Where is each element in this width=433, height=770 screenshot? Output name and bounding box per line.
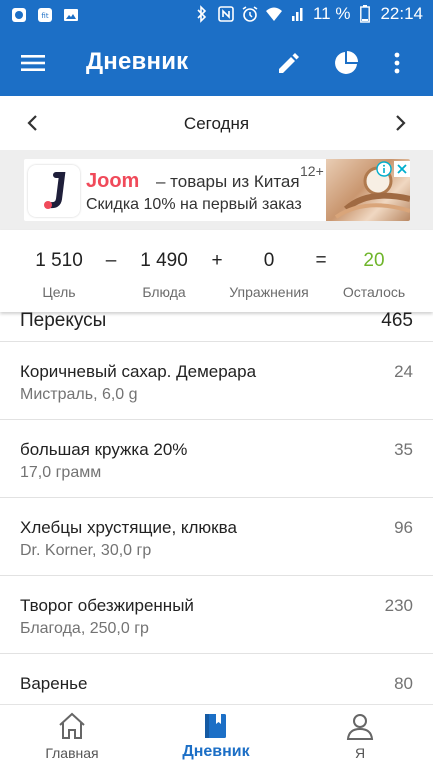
more-options-button[interactable] bbox=[384, 50, 410, 76]
food-value: 1 490 bbox=[140, 250, 188, 271]
food-detail: 17,0 грамм bbox=[20, 464, 102, 481]
remaining-value: 20 bbox=[363, 250, 385, 271]
equals-operator: = bbox=[315, 250, 327, 271]
food-label: Блюда bbox=[142, 284, 186, 300]
battery-icon bbox=[356, 5, 374, 23]
bottom-navigation: Главная Дневник Я bbox=[0, 704, 433, 770]
food-calories: 35 bbox=[394, 440, 413, 459]
food-entry-row[interactable]: Хлебцы хрустящие, клюква Dr. Korner, 30,… bbox=[0, 498, 433, 576]
alarm-icon bbox=[241, 5, 259, 23]
ad-tagline: – товары из Китая bbox=[156, 172, 300, 191]
clock-time: 22:14 bbox=[380, 4, 423, 23]
goal-value: 1 510 bbox=[35, 250, 83, 271]
date-navigation: Сегодня bbox=[0, 96, 433, 150]
status-bar: fit 11 % 22:14 bbox=[0, 0, 433, 30]
joom-logo-icon bbox=[28, 165, 80, 217]
notification-icon bbox=[10, 6, 28, 24]
pencil-icon bbox=[279, 53, 299, 73]
chevron-right-icon bbox=[396, 115, 406, 131]
ad-brand: Joom bbox=[86, 170, 140, 192]
ad-info-icon[interactable] bbox=[376, 161, 392, 177]
food-calories: 80 bbox=[394, 674, 413, 693]
tab-home[interactable]: Главная bbox=[0, 705, 144, 770]
battery-percent: 11 % bbox=[312, 4, 351, 23]
home-icon bbox=[59, 712, 85, 739]
food-name: Коричневый сахар. Демерара bbox=[20, 362, 257, 381]
food-name: Хлебцы хрустящие, клюква bbox=[20, 518, 237, 537]
meal-section-title: Перекусы bbox=[20, 312, 107, 331]
food-entry-row[interactable]: Творог обезжиренный Благода, 250,0 гр 23… bbox=[0, 576, 433, 654]
svg-text:fit: fit bbox=[41, 12, 48, 20]
current-date-label[interactable]: Сегодня bbox=[0, 114, 433, 134]
calorie-summary: 1 510 – 1 490 + 0 = 20 Цель Блюда Упражн… bbox=[0, 230, 433, 312]
edit-button[interactable] bbox=[276, 50, 302, 76]
page-title: Дневник bbox=[86, 48, 189, 75]
nfc-icon bbox=[217, 5, 235, 23]
goal-label: Цель bbox=[42, 284, 76, 300]
ad-subtext: Скидка 10% на первый заказ bbox=[86, 196, 302, 213]
app-notification-icon: fit bbox=[36, 6, 54, 24]
ad-banner[interactable]: Joom – товары из Китая Скидка 10% на пер… bbox=[24, 159, 410, 221]
remaining-label: Осталось bbox=[342, 284, 406, 300]
meal-section-header[interactable]: Перекусы 465 bbox=[0, 312, 433, 342]
minus-operator: – bbox=[105, 250, 117, 271]
tab-me[interactable]: Я bbox=[288, 705, 432, 770]
food-detail: Благода, 250,0 гр bbox=[20, 620, 149, 637]
food-detail: Мистраль, 6,0 g bbox=[20, 386, 138, 403]
book-icon bbox=[205, 714, 226, 738]
food-name: Варенье bbox=[20, 674, 88, 693]
exercise-value: 0 bbox=[263, 250, 275, 271]
ad-container: Joom – товары из Китая Скидка 10% на пер… bbox=[0, 150, 433, 230]
tab-me-label: Я bbox=[354, 745, 366, 761]
food-list[interactable]: Перекусы 465 Коричневый сахар. Демерара … bbox=[0, 312, 433, 704]
wifi-icon bbox=[265, 5, 283, 23]
hamburger-menu-icon bbox=[21, 55, 45, 71]
food-entry-row[interactable]: большая кружка 20% 17,0 грамм 35 bbox=[0, 420, 433, 498]
meal-section-total: 465 bbox=[381, 312, 413, 331]
exercise-label: Упражнения bbox=[229, 284, 309, 300]
person-icon bbox=[346, 714, 374, 740]
signal-icon bbox=[289, 5, 307, 23]
food-calories: 230 bbox=[384, 596, 413, 615]
menu-button[interactable] bbox=[20, 50, 46, 76]
food-entry-row[interactable]: Варенье 80 bbox=[0, 654, 433, 704]
food-entry-row[interactable]: Коричневый сахар. Демерара Мистраль, 6,0… bbox=[0, 342, 433, 420]
more-vertical-icon bbox=[394, 52, 400, 74]
food-detail: Dr. Korner, 30,0 гр bbox=[20, 542, 152, 559]
app-bar: Дневник bbox=[0, 30, 433, 96]
food-name: Творог обезжиренный bbox=[20, 596, 194, 615]
food-calories: 96 bbox=[394, 518, 413, 537]
food-name: большая кружка 20% bbox=[20, 440, 188, 459]
ad-close-icon[interactable] bbox=[394, 161, 410, 177]
ad-age-rating: 12+ bbox=[300, 163, 324, 179]
tab-diary[interactable]: Дневник bbox=[144, 705, 288, 770]
pie-chart-icon bbox=[335, 51, 358, 74]
image-icon bbox=[62, 6, 80, 24]
tab-home-label: Главная bbox=[45, 745, 99, 761]
bluetooth-icon bbox=[193, 5, 211, 23]
tab-diary-label: Дневник bbox=[182, 743, 250, 760]
food-calories: 24 bbox=[394, 362, 413, 381]
nutrition-chart-button[interactable] bbox=[333, 50, 359, 76]
plus-operator: + bbox=[211, 250, 223, 271]
next-day-button[interactable] bbox=[389, 112, 411, 134]
